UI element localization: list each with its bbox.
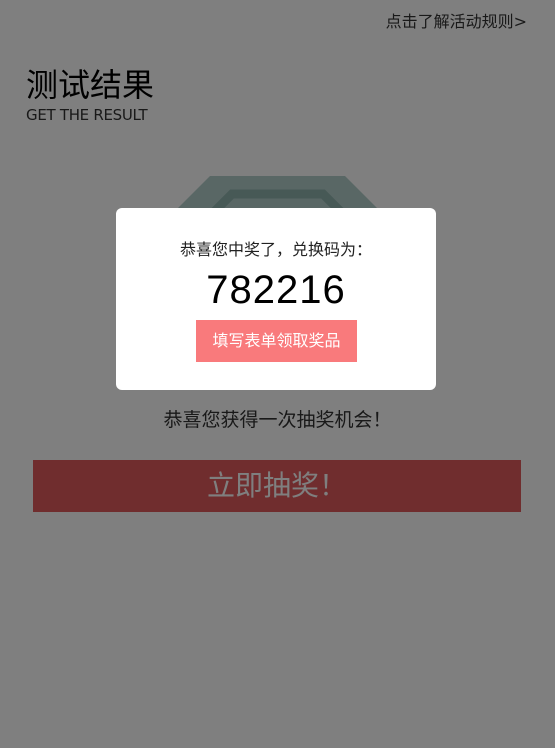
prize-message: 恭喜您中奖了，兑换码为：	[179, 240, 372, 259]
redemption-code: 782216	[206, 268, 346, 312]
claim-prize-form-button[interactable]: 填写表单领取奖品	[196, 320, 357, 362]
prize-modal: 恭喜您中奖了，兑换码为： 782216 填写表单领取奖品	[116, 208, 436, 390]
